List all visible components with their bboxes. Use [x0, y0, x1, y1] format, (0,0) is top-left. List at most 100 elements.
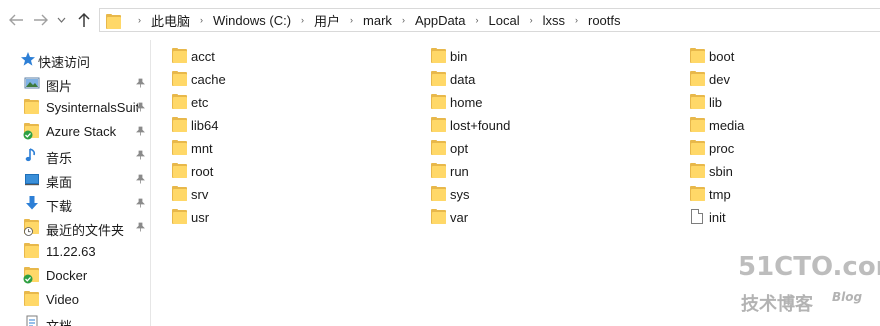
breadcrumb-separator[interactable]: › [301, 15, 304, 25]
folder-item-usr[interactable]: usr [172, 206, 209, 228]
breadcrumb-this-pc[interactable]: 此电脑 [151, 11, 190, 30]
folder-item-media[interactable]: media [690, 114, 744, 136]
folder-item-bin[interactable]: bin [431, 45, 467, 67]
recent-locations-chevron-icon[interactable] [54, 9, 68, 31]
folder-icon [431, 163, 446, 179]
breadcrumb-users[interactable]: 用户 [314, 11, 340, 30]
folder-item-acct[interactable]: acct [172, 45, 215, 67]
folder-icon [172, 163, 187, 179]
folder-item-tmp[interactable]: tmp [690, 183, 731, 205]
folder-item-var[interactable]: var [431, 206, 468, 228]
pin-icon[interactable] [136, 78, 145, 88]
folder-icon [431, 186, 446, 202]
folder-item-srv[interactable]: srv [172, 183, 208, 205]
sidebar-item-label: 最近的文件夹 [46, 223, 125, 238]
sidebar-item-recent-folders[interactable]: 最近的文件夹 [0, 216, 150, 238]
breadcrumb-separator[interactable]: › [402, 15, 405, 25]
breadcrumb-appdata[interactable]: AppData [415, 13, 466, 28]
folder-icon [172, 117, 187, 133]
address-bar[interactable]: › 此电脑 › Windows (C:) › 用户 › mark › AppDa… [99, 8, 880, 32]
sidebar-item-downloads[interactable]: 下载 [0, 192, 150, 214]
item-name: etc [191, 94, 209, 110]
item-name: lib64 [191, 117, 219, 133]
file-icon [690, 209, 705, 225]
folder-item-data[interactable]: data [431, 68, 475, 90]
folder-icon [172, 48, 187, 64]
quick-access-item[interactable]: 快速访问 [0, 48, 150, 70]
sidebar-item-azure-stack[interactable]: Azure Stack [0, 120, 150, 142]
quick-access-label: 快速访问 [38, 55, 91, 70]
navigation-bar: › 此电脑 › Windows (C:) › 用户 › mark › AppDa… [0, 0, 880, 40]
pin-icon[interactable] [136, 198, 145, 208]
breadcrumb-windows-c[interactable]: Windows (C:) [213, 13, 291, 28]
folder-item-dev[interactable]: dev [690, 68, 730, 90]
folder-item-proc[interactable]: proc [690, 137, 734, 159]
breadcrumb-separator[interactable]: › [200, 15, 203, 25]
breadcrumb-separator[interactable]: › [530, 15, 533, 25]
back-arrow-icon[interactable] [6, 9, 26, 31]
folder-item-lib[interactable]: lib [690, 91, 722, 113]
breadcrumb-separator[interactable]: › [476, 15, 479, 25]
forward-arrow-icon[interactable] [31, 9, 51, 31]
breadcrumb-separator[interactable]: › [138, 15, 141, 25]
item-name: run [450, 163, 469, 179]
folder-item-lost-found[interactable]: lost+found [431, 114, 510, 136]
folder-item-opt[interactable]: opt [431, 137, 468, 159]
sidebar-item-video[interactable]: Video [0, 288, 150, 310]
folder-item-etc[interactable]: etc [172, 91, 208, 113]
breadcrumb-mark[interactable]: mark [363, 13, 392, 28]
item-name: cache [191, 71, 226, 87]
folder-icon [106, 13, 122, 29]
pin-icon[interactable] [136, 102, 145, 112]
sidebar-item-desktop[interactable]: 桌面 [0, 168, 150, 190]
file-item-init[interactable]: init [690, 206, 726, 228]
sidebar-item-label: Azure Stack [46, 124, 117, 139]
folder-item-lib64[interactable]: lib64 [172, 114, 218, 136]
sidebar-item-11-22-63[interactable]: 11.22.63 [0, 240, 150, 262]
item-name: acct [191, 48, 215, 64]
sidebar-item-label: 文档 [46, 316, 72, 326]
breadcrumb-rootfs[interactable]: rootfs [588, 13, 621, 28]
sidebar-item-docker[interactable]: Docker [0, 264, 150, 286]
folder-icon [431, 209, 446, 225]
documents-icon [24, 315, 40, 326]
folder-item-sys[interactable]: sys [431, 183, 470, 205]
folder-icon [172, 186, 187, 202]
folder-item-home[interactable]: home [431, 91, 483, 113]
item-name: boot [709, 48, 735, 64]
item-name: mnt [191, 140, 213, 156]
breadcrumb-separator[interactable]: › [350, 15, 353, 25]
item-name: var [450, 209, 469, 225]
pin-icon[interactable] [136, 222, 145, 232]
folder-item-mnt[interactable]: mnt [172, 137, 213, 159]
watermark-logo: 51CTO.com 技术博客 Blog [738, 252, 880, 318]
folder-item-cache[interactable]: cache [172, 68, 226, 90]
item-name: data [450, 71, 476, 87]
folder-item-sbin[interactable]: sbin [690, 160, 733, 182]
sidebar-item-documents[interactable]: 文档 [0, 312, 150, 326]
sidebar-item-label: 音乐 [46, 151, 73, 166]
sidebar-item-sysinternals[interactable]: SysinternalsSuite [0, 96, 150, 118]
item-name: lost+found [450, 117, 511, 133]
pin-icon[interactable] [136, 126, 145, 136]
sidebar-item-label: 桌面 [46, 175, 73, 190]
breadcrumb-lxss[interactable]: lxss [543, 13, 565, 28]
folder-item-run[interactable]: run [431, 160, 469, 182]
up-arrow-icon[interactable] [74, 9, 94, 31]
folder-icon [690, 94, 705, 110]
pin-icon[interactable] [136, 150, 145, 160]
folder-icon [431, 48, 446, 64]
item-name: tmp [709, 186, 731, 202]
sidebar-item-pictures[interactable]: 图片 [0, 72, 150, 94]
folder-icon [172, 209, 187, 225]
synced-folder-icon [23, 267, 40, 284]
breadcrumb-local[interactable]: Local [489, 13, 520, 28]
sidebar-item-label: 下载 [46, 199, 73, 214]
sidebar-item-music[interactable]: 音乐 [0, 144, 150, 166]
folder-item-boot[interactable]: boot [690, 45, 734, 67]
breadcrumb-separator[interactable]: › [575, 15, 578, 25]
folder-item-root[interactable]: root [172, 160, 213, 182]
folder-icon [690, 186, 705, 202]
pin-icon[interactable] [136, 174, 145, 184]
navigation-pane: 快速访问 图片 SysinternalsSuite Azure Stack 音乐… [0, 40, 150, 326]
